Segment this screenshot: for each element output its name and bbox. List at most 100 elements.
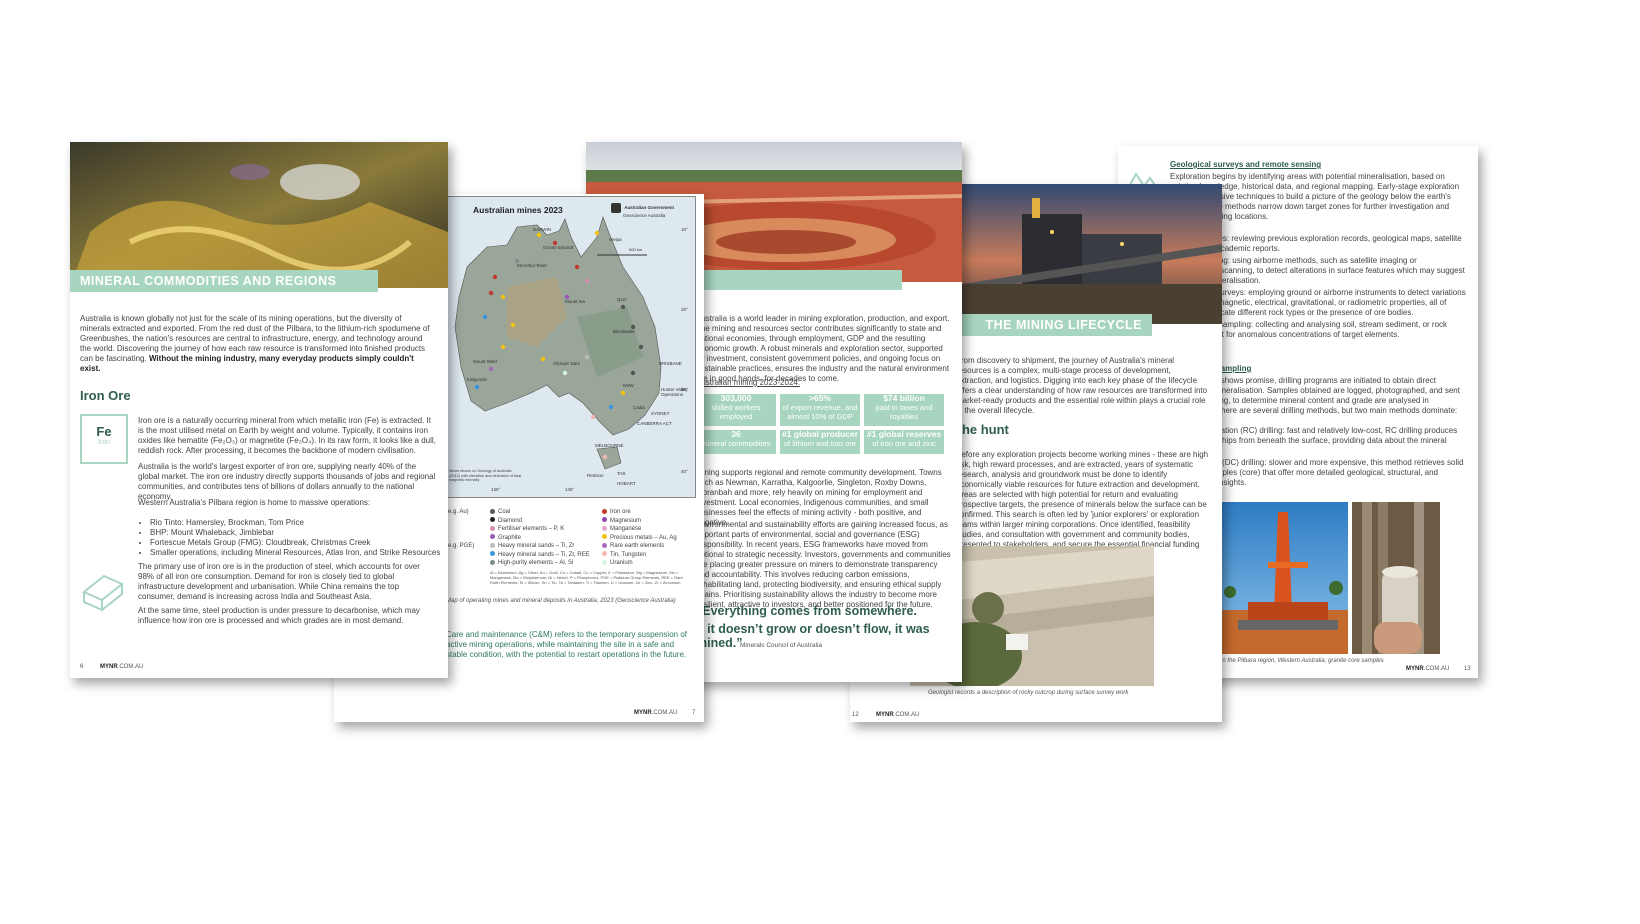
steel-use-text: The primary use of iron ore is in the pr… — [138, 562, 420, 601]
legend-label: Heavy mineral sands – Ti, Zr — [498, 543, 575, 549]
legend-swatch — [602, 542, 607, 548]
place-mount-isa: Mount Isa — [565, 299, 585, 304]
quote-source: Minerals Council of Australia — [740, 642, 823, 649]
place-canberra: CANBERRA ACT — [637, 421, 672, 426]
legend-item: Graphite — [490, 534, 598, 543]
scale-label: 500 km — [629, 247, 643, 252]
operations-list: Rio Tinto: Hamersley, Brockman, Tom Pric… — [138, 518, 448, 558]
place-hunter-valley: Hunter Valley Operations — [661, 387, 688, 397]
legend-swatch — [490, 508, 495, 514]
legend-left-1 — [446, 517, 486, 526]
legend-item: Heavy mineral sands – Ti, Zr, REE — [490, 551, 598, 560]
intro-text: Australia is known globally not just for… — [80, 314, 430, 373]
place-hobart: HOBART — [617, 481, 636, 486]
body-text: Before any exploration projects become w… — [956, 450, 1209, 559]
quote-line-1: “Everything comes from somewhere. — [696, 604, 917, 618]
page-number: 12 — [852, 712, 859, 718]
photo-caption: Geologist records a description of rocky… — [928, 690, 1129, 696]
iron-ore-export: Australia is the world's largest exporte… — [138, 462, 436, 501]
legend-swatch — [490, 542, 495, 548]
intro-text: Australia is a world leader in mining ex… — [696, 314, 950, 383]
legend-swatch — [602, 534, 607, 540]
place-renison: Renison — [587, 473, 604, 478]
legend-label: Iron ore — [610, 509, 631, 515]
page-number: 6 — [80, 664, 84, 670]
place-groote: Groote Eylandt — [543, 245, 574, 250]
page-number: 13 — [1464, 666, 1471, 672]
legend-item: Manganese — [602, 525, 702, 534]
intro-text: From discovery to shipment, the journey … — [956, 356, 1208, 415]
page-number: 7 — [692, 710, 696, 716]
section-title-bar — [696, 270, 902, 290]
legend-label: Graphite — [498, 534, 522, 541]
legend-label: Uranium — [610, 560, 633, 566]
legend-item: Uranium — [602, 559, 702, 568]
source-note: Mines shown on Geology of Australia (201… — [449, 469, 522, 482]
place-brisbane: BRISBANE — [659, 361, 682, 366]
stats-heading: Australian mining 2023-2024: — [696, 378, 801, 387]
place-mount-weld: Mount Weld — [473, 359, 497, 364]
legend-item: Coal — [490, 508, 598, 517]
stat-commodities: 36 mineral commodities — [696, 430, 776, 454]
legend-swatch — [602, 525, 607, 531]
list-item: Smaller operations, including Mineral Re… — [150, 548, 448, 558]
place-qld: QLD — [617, 297, 627, 302]
section-title-bar: MINERAL COMMODITIES AND REGIONS — [70, 270, 378, 292]
legend-swatch — [490, 517, 495, 523]
decarbonise-text: At the same time, steel production is un… — [138, 606, 420, 625]
stat-reserves: #1 global reserves of iron ore and zinc — [864, 430, 944, 454]
legend-item: Heavy mineral sands – Ti, Zr — [490, 542, 598, 551]
section-heading-iron-ore: Iron Ore — [80, 388, 131, 403]
section-heading: Geological surveys and remote sensing — [1170, 160, 1322, 169]
steel-beam-icon — [82, 574, 124, 612]
place-sydney: SYDNEY — [651, 411, 670, 416]
legend-label: Manganese — [610, 526, 642, 532]
legend-item: Precious metals – Au, Ag — [602, 534, 702, 543]
stat-producer: #1 global producer of lithium and iron or… — [780, 430, 860, 454]
sustainability-text: Environmental and sustainability efforts… — [696, 520, 951, 609]
place-melbourne: MELBOURNE — [595, 443, 624, 448]
iron-ore-definition: Iron ore is a naturally occurring minera… — [138, 416, 436, 455]
lon-tick-130: 130° — [491, 487, 501, 492]
legend-swatch — [490, 525, 495, 531]
place-mcarthur: McArthur River — [517, 263, 548, 268]
legend-swatch — [490, 534, 495, 540]
legend-label: Rare earth elements — [610, 543, 665, 549]
legend-swatch — [602, 508, 607, 514]
legend-label: Tin, Tungsten — [610, 551, 647, 558]
lat-tick-30: 30° — [681, 387, 688, 392]
map-frame: Australian mines 2023 Australian Governm… — [446, 196, 696, 498]
quote-line-2: If it doesn’t grow or doesn’t flow, it w… — [696, 622, 930, 650]
lon-tick-140: 140° — [565, 487, 575, 492]
element-symbol: Fe — [96, 424, 112, 439]
gold-ore-photo — [70, 142, 448, 288]
legend-label: Magnesium — [610, 517, 642, 524]
legend-left-0: (e.g. Au) — [446, 509, 469, 515]
legend-item: Magnesium — [602, 517, 702, 526]
abbrev-note: Al = Aluminium, Ag = Silver, Au = Gold, … — [490, 570, 683, 585]
lat-tick-10: 10° — [681, 227, 688, 232]
stat-taxes: $74 billion paid in taxes and royalties — [864, 394, 944, 426]
legend-label: Diamond — [498, 517, 523, 524]
legend-swatch — [602, 551, 607, 557]
australia-map — [454, 216, 662, 470]
legend-left-2 — [446, 525, 486, 534]
legend-label: High-purity elements – Al, Si — [498, 560, 574, 566]
legend-swatch — [490, 551, 495, 557]
lat-tick-40: 40° — [681, 469, 688, 474]
place-cadia: Cadia — [633, 405, 645, 410]
place-kalgoorlie: Kalgoorlie — [467, 377, 488, 382]
legend-label: Fertiliser elements – P, K — [498, 526, 565, 532]
footer-brand: MYNR.COM.AU — [100, 664, 144, 670]
legend-label: Precious metals – Au, Ag — [610, 534, 677, 541]
footer-brand: MYNR.COM.AU — [634, 710, 678, 716]
care-maintenance-note: Care and maintenance (C&M) refers to the… — [446, 630, 688, 659]
element-tile-fe: Fe Iron — [80, 414, 128, 464]
legend-item: Rare earth elements — [602, 542, 702, 551]
brochure-page-6: MINERAL COMMODITIES AND REGIONS Australi… — [70, 142, 448, 678]
legend-item: Diamond — [490, 517, 598, 526]
place-weipa: Weipa — [609, 237, 622, 242]
legend-swatch — [602, 559, 607, 565]
drill-rig-photo — [1218, 502, 1348, 654]
legend-label: Coal — [498, 509, 511, 515]
